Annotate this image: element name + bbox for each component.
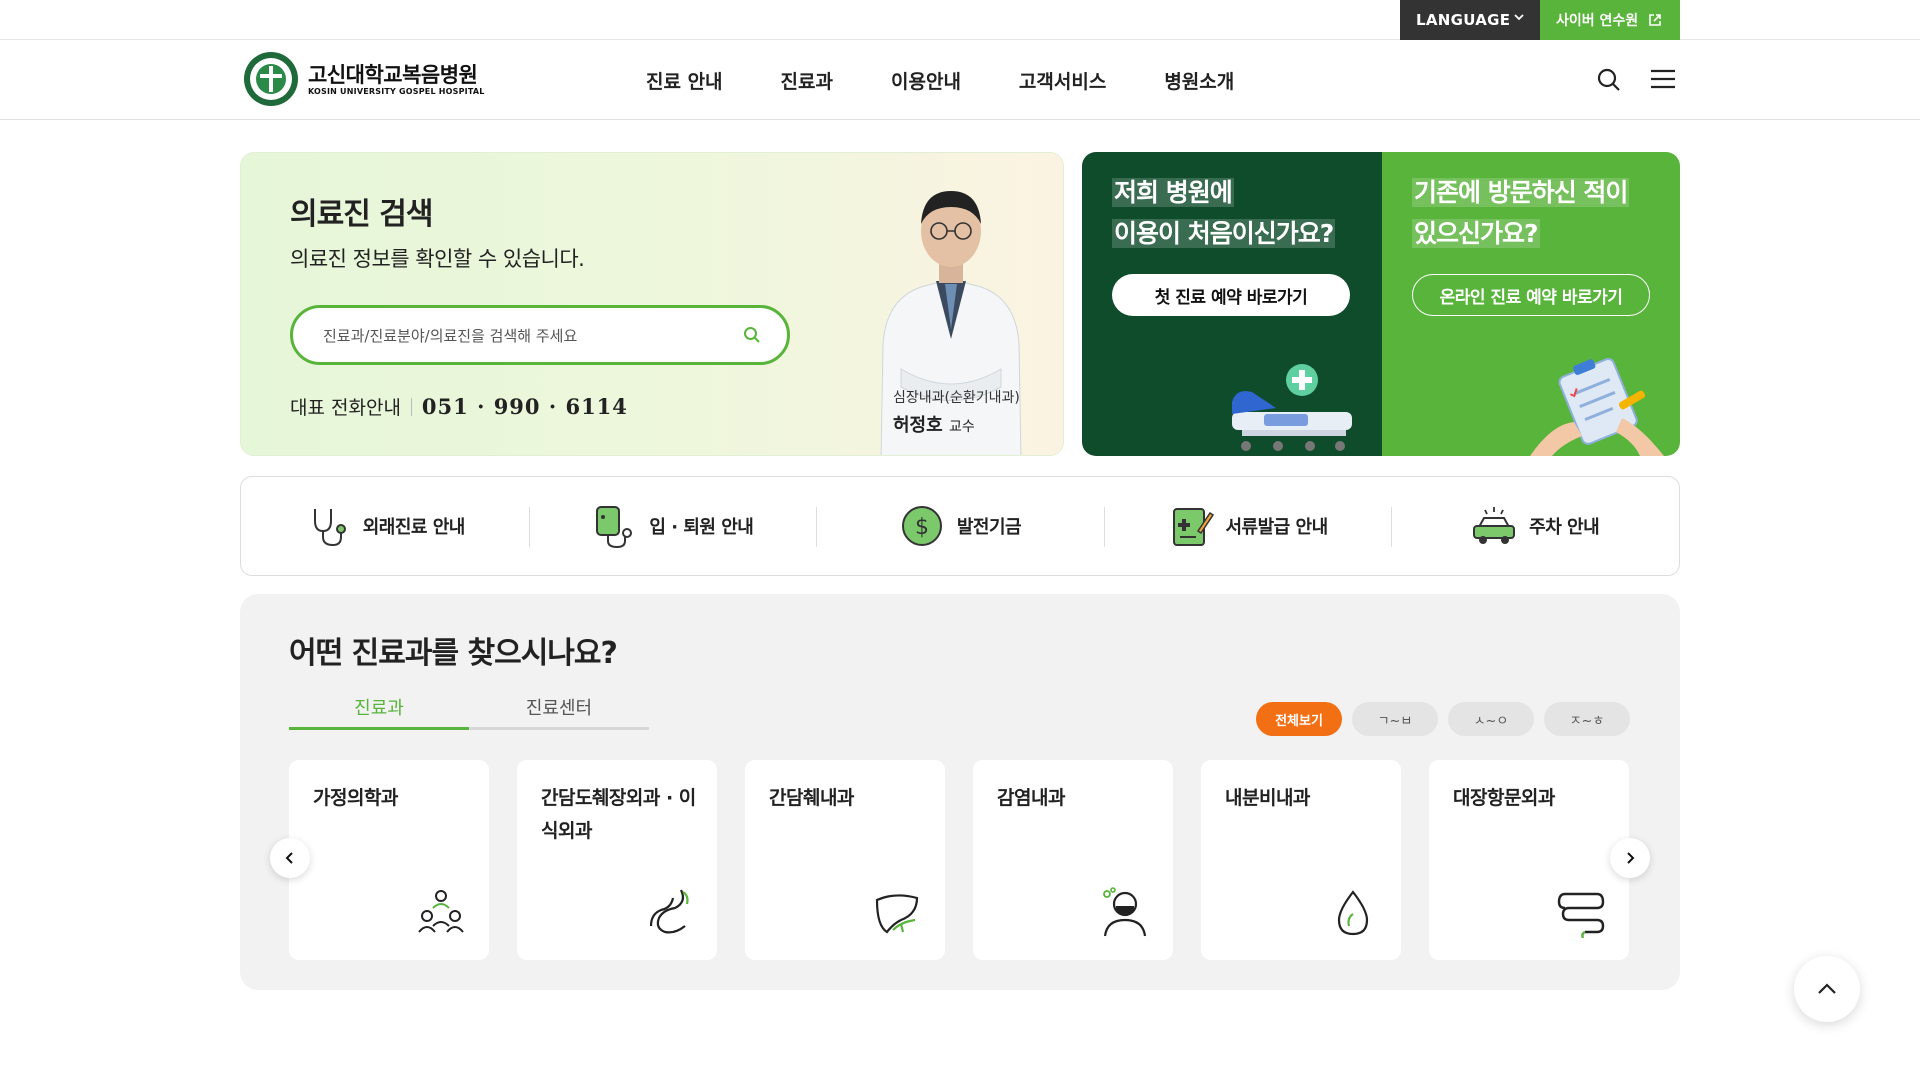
- svg-text:$: $: [915, 515, 929, 540]
- quick-label: 입 · 퇴원 안내: [649, 517, 754, 538]
- returning-visit-line1: 기존에 방문하신 적이: [1412, 178, 1630, 207]
- tab-departments[interactable]: 진료과: [289, 692, 469, 730]
- drop-icon: [1337, 890, 1369, 936]
- quick-label: 서류발급 안내: [1225, 517, 1329, 538]
- doctor-search-card: 의료진 검색 의료진 정보를 확인할 수 있습니다. 대표 전화안내 051 ·…: [240, 152, 1064, 456]
- intestine-icon: [1557, 892, 1605, 938]
- department-card[interactable]: 간담췌내과: [745, 760, 945, 960]
- tab-centers[interactable]: 진료센터: [469, 692, 649, 727]
- department-tabs: 진료과 진료센터: [289, 692, 649, 730]
- scroll-to-top-button[interactable]: [1794, 956, 1860, 1022]
- nav-about-hospital[interactable]: 병원소개: [1164, 67, 1234, 94]
- car-icon: [1473, 507, 1516, 544]
- hospital-logo[interactable]: 고신대학교복음병원 KOSIN UNIVERSITY GOSPEL HOSPIT…: [244, 52, 485, 106]
- language-select[interactable]: LANGUAGE: [1400, 0, 1540, 40]
- nav-medical-guide[interactable]: 진료 안내: [646, 67, 723, 94]
- mask-person-icon: [1103, 887, 1147, 937]
- search-icon[interactable]: [1596, 67, 1622, 93]
- doctor-role: 교수: [948, 419, 975, 435]
- chevron-down-icon: [1514, 14, 1524, 21]
- main-phone: 대표 전화안내 051 · 990 · 6114: [290, 393, 628, 420]
- quick-parking-guide[interactable]: 주차 안내: [1391, 477, 1679, 575]
- department-card[interactable]: 감염내과: [973, 760, 1173, 960]
- department-name: 내분비내과: [1225, 787, 1310, 809]
- department-name: 가정의학과: [313, 787, 398, 809]
- utility-bar: LANGUAGE 사이버 연수원: [0, 0, 1920, 40]
- logo-english-name: KOSIN UNIVERSITY GOSPEL HOSPITAL: [308, 86, 485, 96]
- department-card[interactable]: 내분비내과: [1201, 760, 1401, 960]
- consonant-filters: 전체보기 ㄱ~ㅂ ㅅ~ㅇ ㅈ~ㅎ: [1246, 702, 1630, 736]
- hospital-bed-icon: [1232, 364, 1352, 451]
- nav-usage-guide[interactable]: 이용안내: [891, 67, 961, 94]
- filter-jieut-hieut[interactable]: ㅈ~ㅎ: [1544, 702, 1630, 736]
- first-visit-line1: 저희 병원에: [1112, 178, 1234, 207]
- nav-departments[interactable]: 진료과: [781, 67, 833, 94]
- filter-all[interactable]: 전체보기: [1256, 702, 1342, 736]
- department-name: 대장항문외과: [1453, 787, 1555, 809]
- doctor-search-title: 의료진 검색: [290, 197, 433, 232]
- cyber-academy-label: 사이버 연수원: [1556, 13, 1639, 29]
- phone-label: 대표 전화안내: [290, 397, 401, 419]
- department-finder: 어떤 진료과를 찾으시나요? 진료과 진료센터 전체보기 ㄱ~ㅂ ㅅ~ㅇ ㅈ~ㅎ…: [240, 594, 1680, 990]
- department-card[interactable]: 간담도췌장외과 · 이식외과: [517, 760, 717, 960]
- first-visit-line2: 이용이 처음이신가요?: [1112, 219, 1336, 248]
- filter-giyeok-bieup[interactable]: ㄱ~ㅂ: [1352, 702, 1438, 736]
- quick-label: 발전기금: [956, 517, 1022, 538]
- site-header: 고신대학교복음병원 KOSIN UNIVERSITY GOSPEL HOSPIT…: [0, 40, 1920, 120]
- cyber-academy-link[interactable]: 사이버 연수원: [1540, 0, 1680, 40]
- language-label: LANGUAGE: [1416, 11, 1511, 29]
- pancreas-icon: [649, 889, 689, 934]
- hamburger-menu-icon[interactable]: [1650, 68, 1676, 90]
- chevron-right-icon: [1627, 852, 1635, 864]
- doctor-name-line: 허정호 교수: [893, 411, 975, 437]
- quick-admission-discharge[interactable]: 입 · 퇴원 안내: [528, 477, 817, 575]
- department-name: 감염내과: [997, 787, 1065, 809]
- iv-bag-icon: [596, 506, 633, 549]
- first-visit-banner: 저희 병원에 이용이 처음이신가요? 첫 진료 예약 바로가기: [1082, 152, 1382, 456]
- quick-label: 주차 안내: [1529, 517, 1600, 538]
- doctor-department: 심장내과(순환기내과): [893, 390, 1020, 406]
- quick-document-issuance[interactable]: 서류발급 안내: [1103, 477, 1392, 575]
- first-visit-reservation-button[interactable]: 첫 진료 예약 바로가기: [1112, 274, 1350, 316]
- returning-visit-heading: 기존에 방문하신 적이 있으신가요?: [1412, 172, 1630, 254]
- department-name: 간담췌내과: [769, 787, 854, 809]
- stethoscope-icon: [313, 509, 346, 547]
- returning-visit-line2: 있으신가요?: [1412, 219, 1540, 248]
- doctor-search-input[interactable]: [323, 324, 723, 348]
- search-icon[interactable]: [743, 326, 761, 344]
- logo-emblem-icon: [244, 52, 298, 106]
- liver-icon: [875, 894, 919, 934]
- chevron-left-icon: [285, 852, 293, 864]
- returning-visit-banner: 기존에 방문하신 적이 있으신가요? 온라인 진료 예약 바로가기: [1382, 152, 1680, 456]
- phone-number: 051 · 990 · 6114: [421, 394, 628, 419]
- doctor-search-box: [290, 305, 790, 365]
- family-icon: [418, 890, 464, 933]
- online-reservation-button[interactable]: 온라인 진료 예약 바로가기: [1412, 274, 1650, 316]
- nav-customer-service[interactable]: 고객서비스: [1019, 67, 1106, 94]
- first-visit-heading: 저희 병원에 이용이 처음이신가요?: [1112, 172, 1336, 254]
- department-name: 간담도췌장외과 · 이식외과: [541, 787, 696, 842]
- department-card-list: 가정의학과 간담도췌장외과 · 이식외과 간담췌내과 감염내과 내분비내과 대장…: [289, 760, 1629, 960]
- doctor-name: 허정호: [893, 415, 943, 436]
- filter-siot-ieung[interactable]: ㅅ~ㅇ: [1448, 702, 1534, 736]
- quick-label: 외래진료 안내: [362, 517, 466, 538]
- logo-korean-name: 고신대학교복음병원: [308, 62, 478, 87]
- carousel-next-button[interactable]: [1610, 838, 1650, 878]
- document-pen-icon: [1172, 508, 1214, 546]
- carousel-prev-button[interactable]: [270, 838, 310, 878]
- chevron-up-icon: [1818, 983, 1836, 994]
- clipboard-icon: [1530, 357, 1664, 456]
- department-card[interactable]: 대장항문외과: [1429, 760, 1629, 960]
- doctor-search-subtitle: 의료진 정보를 확인할 수 있습니다.: [290, 247, 585, 271]
- department-card[interactable]: 가정의학과: [289, 760, 489, 960]
- main-navigation: 진료 안내 진료과 이용안내 고객서비스 병원소개: [646, 40, 1292, 120]
- quick-menu: 외래진료 안내 입 · 퇴원 안내 $ 발전기금 서류발급 안내 주차 안내: [240, 476, 1680, 576]
- department-finder-title: 어떤 진료과를 찾으시나요?: [289, 636, 618, 671]
- dollar-coin-icon: $: [901, 506, 942, 546]
- quick-outpatient-guide[interactable]: 외래진료 안내: [241, 477, 529, 575]
- external-link-icon: [1649, 14, 1661, 26]
- quick-development-fund[interactable]: $ 발전기금: [816, 477, 1104, 575]
